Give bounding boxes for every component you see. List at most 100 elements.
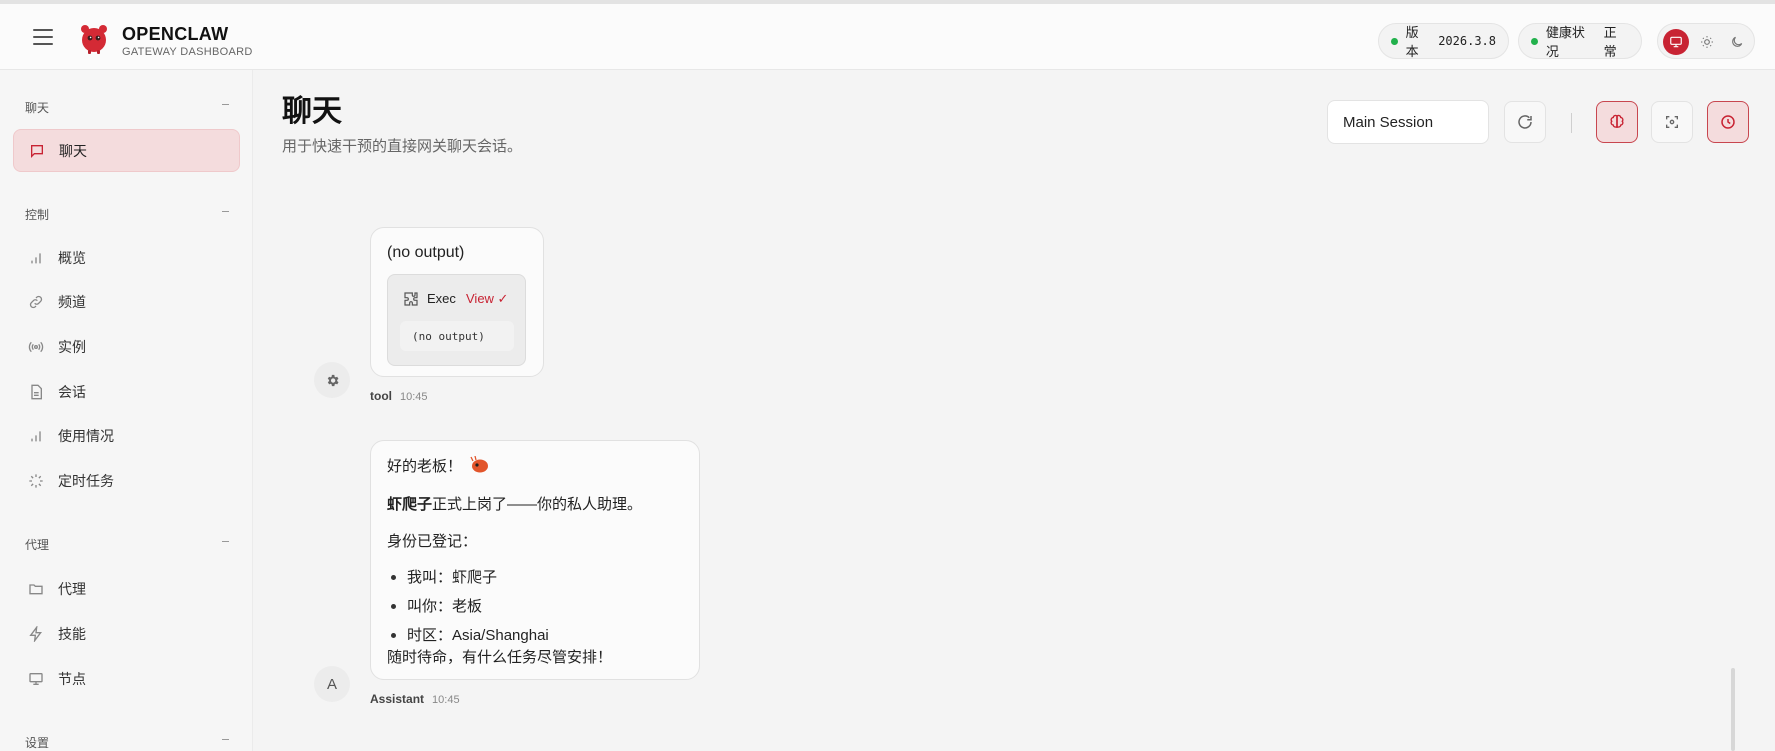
health-value: 正常 xyxy=(1603,25,1617,59)
tool-message-meta: tool 10:45 xyxy=(370,389,428,403)
assistant-avatar: A xyxy=(314,666,350,702)
history-button[interactable] xyxy=(1707,101,1749,143)
link-icon xyxy=(27,293,45,311)
radio-icon xyxy=(27,338,45,356)
section-title-settings: 设置 xyxy=(25,736,50,750)
loader-icon xyxy=(27,472,45,490)
section-title-agents: 代理 xyxy=(25,538,50,552)
openclaw-logo xyxy=(81,25,107,54)
list-item: 叫你：老板 xyxy=(407,598,483,615)
clock-icon xyxy=(1721,115,1735,129)
message-line: 好的老板！ xyxy=(387,455,490,476)
health-label: 健康状况 xyxy=(1545,25,1585,59)
message-sender: tool xyxy=(370,389,392,403)
bar-chart-icon xyxy=(27,249,45,267)
sidebar-item-agents[interactable]: 代理 xyxy=(13,567,240,610)
sidebar-item-sessions[interactable]: 会话 xyxy=(13,370,240,413)
sidebar-item-channels[interactable]: 频道 xyxy=(13,280,240,323)
message-sender: Assistant xyxy=(370,692,425,706)
gear-icon xyxy=(327,374,338,386)
message-time: 10:45 xyxy=(432,694,460,706)
collapse-icon[interactable] xyxy=(220,211,232,213)
theme-light-button[interactable] xyxy=(1694,29,1720,55)
tool-name: Exec xyxy=(427,291,456,306)
assistant-name: 虾爬子 xyxy=(387,496,433,513)
bullet-dot xyxy=(391,604,396,609)
sidebar-item-label: 实例 xyxy=(58,338,86,355)
thinking-toggle-button[interactable] xyxy=(1596,101,1638,143)
sidebar-item-cron[interactable]: 定时任务 xyxy=(13,459,240,502)
version-label: 版本 xyxy=(1405,25,1419,59)
section-title-control: 控制 xyxy=(25,208,50,222)
bullet-dot xyxy=(391,575,396,580)
shrimp-emoji-icon xyxy=(470,455,489,473)
sidebar-item-label: 聊天 xyxy=(59,142,87,159)
theme-system-button[interactable] xyxy=(1663,29,1689,55)
sidebar-item-label: 节点 xyxy=(58,670,86,687)
focus-icon xyxy=(1666,116,1678,128)
zap-icon xyxy=(27,625,45,643)
intro-line: 虾爬子正式上岗了——你的私人助理。 xyxy=(387,493,642,514)
sidebar-item-label: 频道 xyxy=(58,293,86,310)
closing-line: 随时待命，有什么任务尽管安排！ xyxy=(387,649,613,666)
page-subtitle: 用于快速干预的直接网关聊天会话。 xyxy=(282,138,523,155)
intro-text: 正式上岗了——你的私人助理。 xyxy=(432,496,643,513)
bar-chart-icon xyxy=(27,427,45,445)
message-time: 10:45 xyxy=(400,391,428,403)
tool-call-card: Exec View ✓ (no output) xyxy=(387,274,526,366)
sidebar-item-nodes[interactable]: 节点 xyxy=(13,657,240,700)
sidebar-item-usage[interactable]: 使用情况 xyxy=(13,414,240,457)
top-bar: OPENCLAW GATEWAY DASHBOARD 版本 2026.3.8 健… xyxy=(0,0,1775,70)
sidebar-item-instances[interactable]: 实例 xyxy=(13,325,240,368)
folder-icon xyxy=(27,580,45,598)
monitor-icon xyxy=(27,670,45,688)
greeting-text: 好的老板！ xyxy=(387,458,463,475)
brand-subtitle: GATEWAY DASHBOARD xyxy=(122,46,253,58)
version-value: 2026.3.8 xyxy=(1438,34,1496,48)
bullet-dot xyxy=(391,633,396,638)
refresh-button[interactable] xyxy=(1504,101,1546,143)
focus-button[interactable] xyxy=(1651,101,1693,143)
sun-icon xyxy=(1701,36,1713,48)
chat-scrollbar[interactable] xyxy=(1731,668,1735,751)
theme-switcher xyxy=(1657,23,1755,59)
refresh-icon xyxy=(1518,115,1532,129)
sidebar-item-label: 使用情况 xyxy=(58,427,114,444)
assistant-message-bubble: 好的老板！ 虾爬子正式上岗了——你的私人助理。 身份已登记： 我叫：虾爬子 叫你… xyxy=(370,440,700,680)
sidebar-item-label: 代理 xyxy=(58,580,86,597)
status-dot-icon xyxy=(1531,37,1538,45)
sidebar-item-label: 概览 xyxy=(58,249,86,266)
page-title: 聊天 xyxy=(282,95,342,128)
moon-icon xyxy=(1732,36,1743,47)
tool-output: (no output) xyxy=(400,321,514,351)
collapse-icon[interactable] xyxy=(220,541,232,543)
section-title-chat: 聊天 xyxy=(25,101,50,115)
status-dot-icon xyxy=(1391,37,1398,45)
message-icon xyxy=(28,142,46,160)
brand-title: OPENCLAW xyxy=(122,24,229,44)
sidebar-item-overview[interactable]: 概览 xyxy=(13,236,240,279)
file-icon xyxy=(27,383,45,401)
list-item: 时区：Asia/Shanghai xyxy=(407,627,549,644)
sidebar-item-skills[interactable]: 技能 xyxy=(13,612,240,655)
sidebar: 聊天 聊天 控制 概览 频道 实例 会话 使用情况 定时任务 代理 代理 技能 xyxy=(0,70,253,751)
collapse-icon[interactable] xyxy=(220,739,232,741)
sidebar-item-chat[interactable]: 聊天 xyxy=(13,129,240,172)
list-item: 我叫：虾爬子 xyxy=(407,569,498,586)
theme-dark-button[interactable] xyxy=(1724,29,1750,55)
session-select[interactable]: Main Session xyxy=(1327,100,1489,144)
tool-view-link[interactable]: View ✓ xyxy=(466,291,508,307)
assistant-message-meta: Assistant 10:45 xyxy=(370,692,460,706)
menu-icon[interactable] xyxy=(33,29,53,45)
collapse-icon[interactable] xyxy=(220,104,232,106)
sidebar-item-label: 技能 xyxy=(58,625,86,642)
tool-message-bubble: (no output) Exec View ✓ (no output) xyxy=(370,227,544,377)
identity-heading: 身份已登记： xyxy=(387,533,478,550)
tool-message-text: (no output) xyxy=(387,244,465,261)
tool-avatar xyxy=(314,362,350,398)
version-badge: 版本 2026.3.8 xyxy=(1378,23,1509,59)
sidebar-item-label: 定时任务 xyxy=(58,472,114,489)
monitor-icon xyxy=(1670,36,1682,48)
sidebar-item-label: 会话 xyxy=(58,383,86,400)
toolbar-divider xyxy=(1571,113,1572,133)
